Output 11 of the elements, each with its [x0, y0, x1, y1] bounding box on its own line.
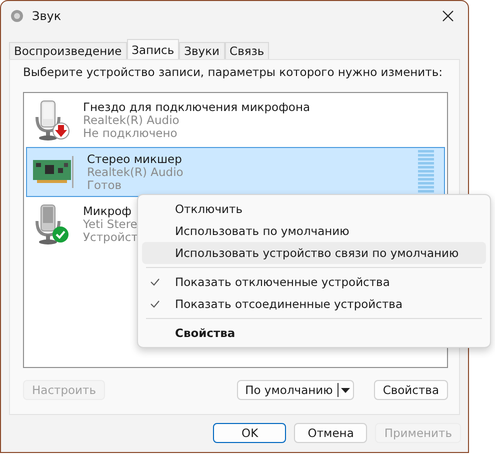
instruction-text: Выберите устройство записи, параметры которого нужно изменить: — [23, 65, 444, 79]
device-driver: Realtek(R) Audio — [87, 166, 184, 178]
device-status: Не подключено — [83, 126, 178, 140]
device-driver: Realtek(R) Audio — [83, 114, 180, 126]
device-name: Гнездо для подключения микрофона — [83, 100, 310, 114]
device-name: Микроф — [83, 204, 132, 218]
device-driver: Yeti Stere — [83, 218, 138, 230]
window-title: Звук — [32, 9, 62, 23]
device-status: Готов — [87, 178, 122, 192]
device-status: Устройст — [83, 230, 138, 244]
device-name: Стерео микшер — [87, 152, 182, 166]
